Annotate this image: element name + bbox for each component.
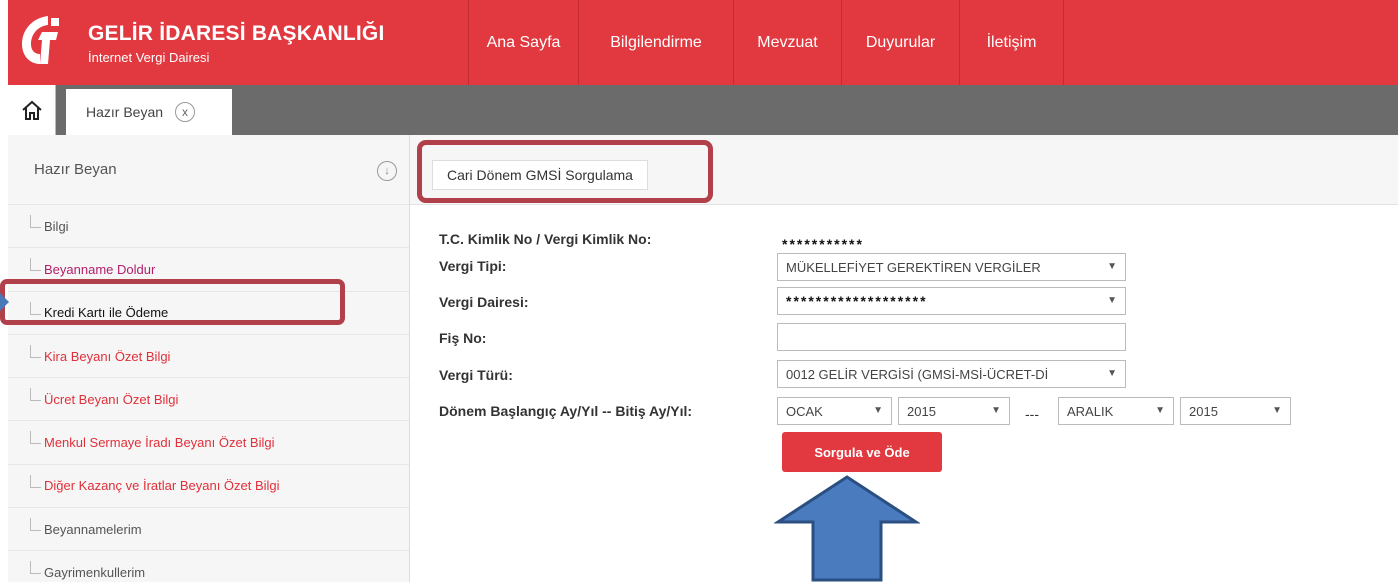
tab-bar: Hazır Beyan x: [8, 85, 1398, 135]
arrow-up-icon: [774, 475, 920, 582]
nav-iletisim[interactable]: İletişim: [959, 0, 1064, 85]
vergi-dairesi-value: *******************: [786, 293, 928, 309]
chevron-down-icon: ▼: [1107, 261, 1117, 272]
header: GELİR İDARESİ BAŞKANLIĞI İnternet Vergi …: [8, 0, 1398, 85]
vergi-turu-value: 0012 GELİR VERGİSİ (GMSİ-MSİ-ÜCRET-Dİ: [786, 366, 1049, 382]
start-year-value: 2015: [907, 403, 936, 419]
chevron-down-icon: ▼: [873, 405, 883, 416]
vergi-dairesi-label: Vergi Dairesi:: [439, 294, 529, 310]
vergi-tipi-select[interactable]: MÜKELLEFİYET GEREKTİREN VERGİLER ▼: [777, 253, 1126, 281]
home-button[interactable]: [8, 85, 56, 135]
end-year-select[interactable]: 2015 ▼: [1180, 397, 1291, 425]
logo[interactable]: GELİR İDARESİ BAŞKANLIĞI İnternet Vergi …: [8, 0, 468, 85]
vergi-tipi-value: MÜKELLEFİYET GEREKTİREN VERGİLER: [786, 259, 1041, 275]
page: GELİR İDARESİ BAŞKANLIĞI İnternet Vergi …: [0, 0, 1398, 582]
highlight-box-sidebar: [0, 279, 345, 325]
arrow-down-icon[interactable]: ↓: [377, 161, 397, 181]
site-title: GELİR İDARESİ BAŞKANLIĞI: [88, 22, 385, 45]
donem-label: Dönem Başlangıç Ay/Yıl -- Bitiş Ay/Yıl:: [439, 403, 693, 419]
sidebar-item-gayrimenkullerim[interactable]: Gayrimenkullerim: [8, 551, 409, 582]
period-separator: ---: [1025, 406, 1039, 422]
sidebar-item-diger-kazanc[interactable]: Diğer Kazanç ve İratlar Beyanı Özet Bilg…: [8, 465, 409, 509]
vergi-turu-label: Vergi Türü:: [439, 367, 513, 383]
fis-no-input[interactable]: [777, 323, 1126, 351]
start-month-value: OCAK: [786, 403, 823, 419]
end-year-value: 2015: [1189, 403, 1218, 419]
vergi-tipi-label: Vergi Tipi:: [439, 258, 507, 274]
tab-label: Hazır Beyan: [86, 104, 164, 120]
tc-value: ***********: [782, 236, 864, 252]
start-year-select[interactable]: 2015 ▼: [898, 397, 1010, 425]
gib-logo-icon: [22, 16, 59, 64]
nav-bilgilendirme[interactable]: Bilgilendirme: [578, 0, 733, 85]
site-subtitle: İnternet Vergi Dairesi: [88, 50, 210, 65]
chevron-down-icon: ▼: [1107, 368, 1117, 379]
tab-hazir-beyan[interactable]: Hazır Beyan x: [66, 89, 232, 135]
nav-mevzuat[interactable]: Mevzuat: [733, 0, 841, 85]
sidebar-header[interactable]: Hazır Beyan ↓: [8, 135, 409, 205]
vergi-dairesi-select[interactable]: ******************* ▼: [777, 287, 1126, 315]
nav-ana-sayfa[interactable]: Ana Sayfa: [468, 0, 578, 85]
sorgula-ve-ode-button[interactable]: Sorgula ve Öde: [782, 432, 942, 472]
start-month-select[interactable]: OCAK ▼: [777, 397, 892, 425]
end-month-value: ARALIK: [1067, 403, 1114, 419]
highlight-pointer: [0, 293, 9, 311]
sidebar-item-bilgi[interactable]: Bilgi: [8, 205, 409, 249]
chevron-down-icon: ▼: [1155, 405, 1165, 416]
chevron-down-icon: ▼: [1107, 295, 1117, 306]
end-month-select[interactable]: ARALIK ▼: [1058, 397, 1174, 425]
sidebar-item-ucret-beyani[interactable]: Ücret Beyanı Özet Bilgi: [8, 378, 409, 422]
tc-label: T.C. Kimlik No / Vergi Kimlik No:: [439, 231, 652, 247]
sidebar-title: Hazır Beyan: [34, 161, 117, 178]
close-icon[interactable]: x: [175, 102, 196, 122]
sidebar-item-menkul-sermaye[interactable]: Menkul Sermaye İradı Beyanı Özet Bilgi: [8, 421, 409, 465]
sidebar: Hazır Beyan ↓ Bilgi Beyanname Doldur Kre…: [8, 135, 410, 582]
vergi-turu-select[interactable]: 0012 GELİR VERGİSİ (GMSİ-MSİ-ÜCRET-Dİ ▼: [777, 360, 1126, 388]
sidebar-item-kira-beyani[interactable]: Kira Beyanı Özet Bilgi: [8, 335, 409, 379]
sidebar-item-beyannamelerim[interactable]: Beyannamelerim: [8, 508, 409, 552]
home-icon: [21, 100, 42, 120]
chevron-down-icon: ▼: [1272, 405, 1282, 416]
nav-duyurular[interactable]: Duyurular: [841, 0, 959, 85]
fis-no-label: Fiş No:: [439, 330, 487, 346]
top-nav: Ana Sayfa Bilgilendirme Mevzuat Duyurula…: [468, 0, 1064, 85]
highlight-box-title: [417, 140, 713, 203]
chevron-down-icon: ▼: [991, 405, 1001, 416]
